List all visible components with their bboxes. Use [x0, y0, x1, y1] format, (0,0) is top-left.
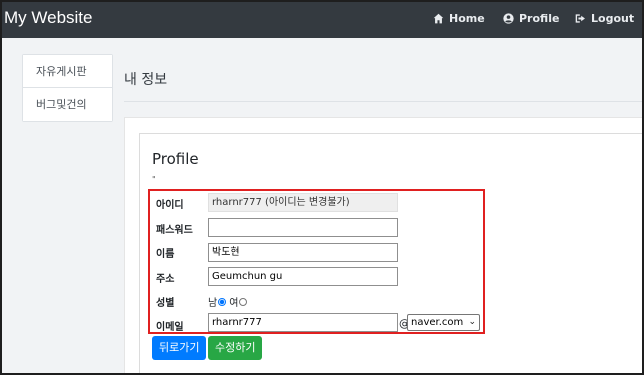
nav-profile-label: Profile	[519, 12, 560, 25]
sidebar-item-bug-report[interactable]: 버그및건의	[23, 88, 112, 121]
gender-female-label: 여	[229, 298, 239, 309]
email-local-field[interactable]: rharnr777	[208, 313, 398, 332]
sidebar-menu: 자유게시판 버그및건의	[22, 54, 113, 122]
id-field: rharnr777 (아이디는 변경불가)	[208, 193, 398, 212]
nav-home-label: Home	[449, 12, 485, 25]
email-domain-value: naver.com	[411, 317, 464, 328]
nav-logout-link[interactable]: Logout	[575, 12, 634, 25]
email-domain-select[interactable]: naver.com ⌄	[407, 314, 480, 331]
name-label: 이름	[156, 249, 175, 260]
back-button[interactable]: 뒤로가기	[152, 336, 207, 360]
gender-female-radio[interactable]	[239, 297, 248, 306]
nav-profile-link[interactable]: Profile	[503, 12, 559, 25]
stray-quote-mark: "	[152, 175, 156, 184]
brand-logo[interactable]: My Website	[4, 8, 93, 28]
nav-logout-label: Logout	[591, 12, 635, 25]
home-icon	[433, 13, 444, 24]
sign-out-icon	[575, 14, 585, 23]
gender-label: 성별	[156, 298, 175, 309]
address-label: 주소	[156, 274, 175, 285]
page-title: 내 정보	[124, 72, 168, 88]
id-label: 아이디	[156, 200, 184, 211]
password-field[interactable]	[208, 218, 398, 237]
gender-male-label: 남	[208, 298, 218, 309]
gender-options: 남 여	[208, 294, 249, 309]
chevron-down-icon: ⌄	[468, 317, 476, 327]
address-field[interactable]: Geumchun gu	[208, 267, 398, 286]
email-label: 이메일	[156, 322, 184, 333]
profile-heading: Profile	[152, 150, 199, 168]
gender-male-radio[interactable]	[218, 297, 227, 306]
edit-button[interactable]: 수정하기	[208, 336, 263, 360]
page-header: 내 정보	[124, 60, 644, 102]
name-field[interactable]: 박도현	[208, 243, 398, 262]
password-label: 패스워드	[156, 225, 193, 236]
nav-home-link[interactable]: Home	[433, 12, 485, 25]
user-circle-icon	[503, 13, 514, 24]
sidebar-item-free-board[interactable]: 자유게시판	[23, 55, 112, 88]
top-navbar: My Website Home Profile Logout	[0, 0, 644, 38]
